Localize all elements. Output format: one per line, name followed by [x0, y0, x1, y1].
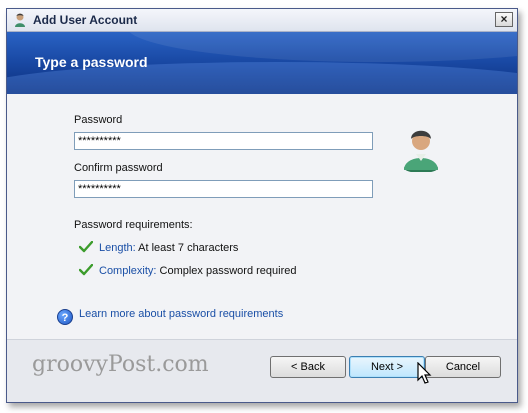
green-check-icon: [79, 241, 93, 253]
requirement-complexity: Complexity: Complex password required: [79, 264, 296, 277]
page-title: Type a password: [35, 54, 148, 70]
help-row: ? Learn more about password requirements: [57, 308, 283, 325]
requirement-key: Length:: [99, 242, 136, 254]
watermark: groovyPost.com: [32, 352, 209, 377]
requirement-length: Length: At least 7 characters: [79, 241, 238, 254]
title-bar: Add User Account ×: [7, 9, 517, 32]
add-user-account-dialog: Add User Account × Type a password Passw…: [6, 8, 518, 403]
password-label: Password: [74, 114, 123, 126]
user-account-icon: [15, 13, 25, 27]
requirement-key: Complexity:: [99, 265, 157, 277]
content-area: Password Confirm password Password requi…: [7, 94, 517, 339]
header-banner: Type a password: [7, 32, 517, 94]
banner-decoration: [127, 32, 517, 62]
mouse-pointer-icon: [417, 362, 432, 384]
back-button[interactable]: < Back: [270, 356, 346, 378]
confirm-password-field[interactable]: [74, 180, 373, 198]
confirm-password-label: Confirm password: [74, 162, 163, 174]
password-field[interactable]: [74, 132, 373, 150]
next-button[interactable]: Next >: [349, 356, 425, 378]
requirement-text: Complex password required: [156, 265, 297, 277]
requirements-heading: Password requirements:: [74, 219, 193, 231]
password-requirements-help-link[interactable]: Learn more about password requirements: [79, 308, 283, 320]
requirement-text: At least 7 characters: [135, 242, 239, 254]
close-button[interactable]: ×: [495, 12, 513, 27]
cancel-button[interactable]: Cancel: [425, 356, 501, 378]
user-avatar-icon: [404, 130, 438, 172]
green-check-icon: [79, 264, 93, 276]
close-icon: ×: [500, 12, 508, 26]
help-icon[interactable]: ?: [57, 309, 73, 325]
window-title: Add User Account: [33, 13, 138, 27]
dialog-footer: groovyPost.com < Back Next > Cancel: [7, 339, 517, 402]
